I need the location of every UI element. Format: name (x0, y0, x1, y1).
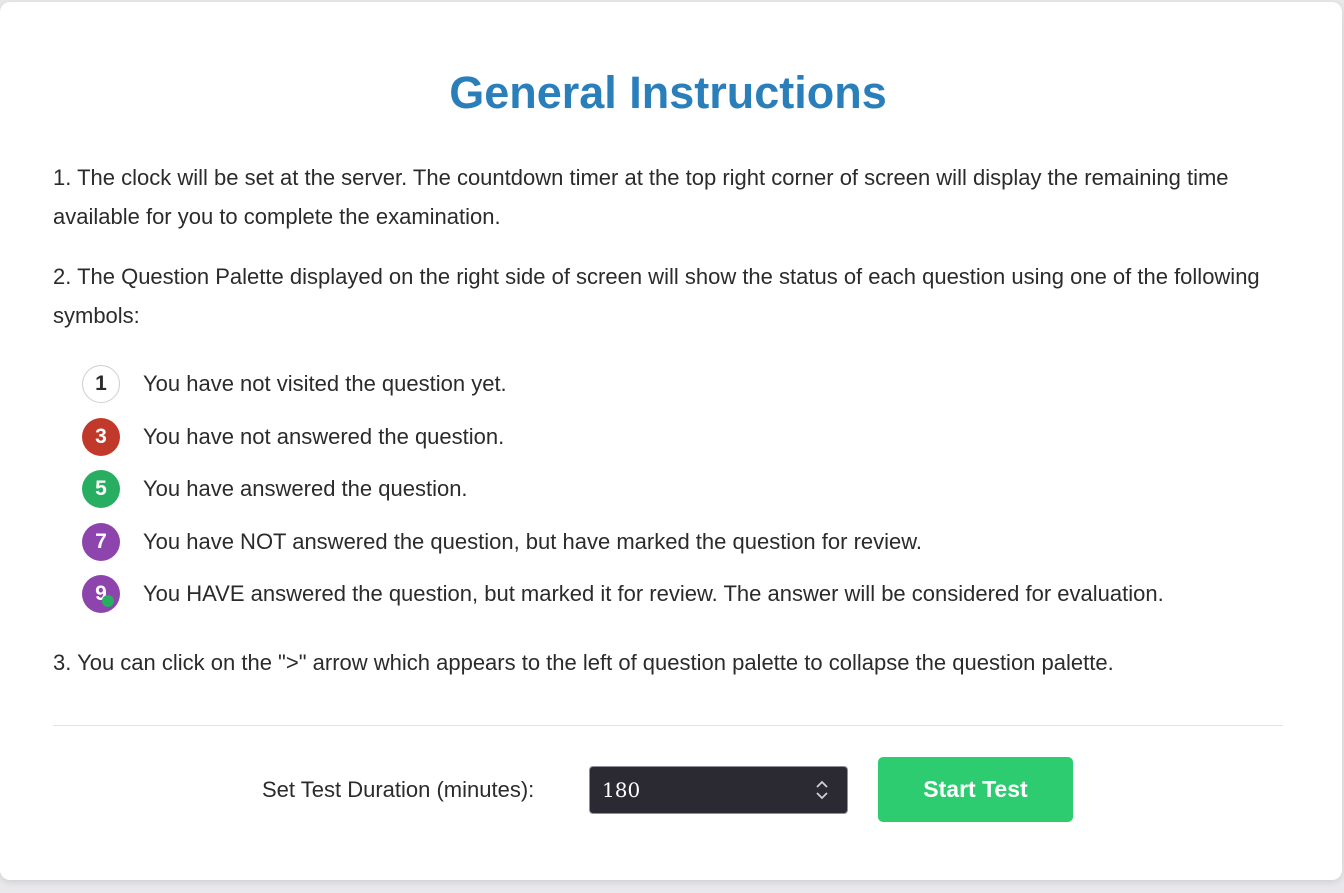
not-visited-status-icon: 1 (82, 365, 120, 403)
duration-input[interactable] (589, 766, 848, 814)
answered-status-icon: 5 (82, 470, 120, 508)
marked-for-review-status-icon: 7 (82, 522, 120, 561)
answered-and-marked-status-icon: 9 (82, 575, 120, 613)
instruction-clock: 1. The clock will be set at the server. … (53, 165, 1229, 229)
legend-label: You have NOT answered the question, but … (143, 528, 923, 554)
start-test-button[interactable]: Start Test (878, 757, 1073, 822)
duration-label: Set Test Duration (minutes): (262, 777, 535, 802)
legend-item-marked-for-review: 7 You have NOT answered the question, bu… (82, 522, 1164, 576)
legend-item-answered: 5 You have answered the question. (82, 470, 1164, 523)
page-title: General Instructions (449, 67, 887, 118)
answered-dot-icon (102, 595, 114, 607)
legend-item-not-answered: 3 You have not answered the question. (82, 417, 1164, 471)
instructions-card: General Instructions 1. The clock will b… (0, 2, 1342, 880)
divider (53, 725, 1283, 726)
legend-item-answered-and-marked: 9 You HAVE answered the question, but ma… (82, 575, 1164, 628)
legend-label: You have not answered the question. (143, 423, 505, 449)
status-legend: 1 You have not visited the question yet.… (82, 365, 1164, 628)
instruction-collapse: 3. You can click on the ">" arrow which … (53, 650, 1114, 675)
legend-label: You HAVE answered the question, but mark… (143, 581, 1164, 606)
not-answered-status-icon: 3 (82, 417, 120, 456)
legend-label: You have answered the question. (143, 476, 468, 501)
spinner-arrows-icon[interactable] (814, 778, 830, 802)
legend-label: You have not visited the question yet. (143, 371, 507, 396)
legend-item-not-visited: 1 You have not visited the question yet. (82, 365, 1164, 418)
instruction-palette: 2. The Question Palette displayed on the… (53, 264, 1260, 328)
